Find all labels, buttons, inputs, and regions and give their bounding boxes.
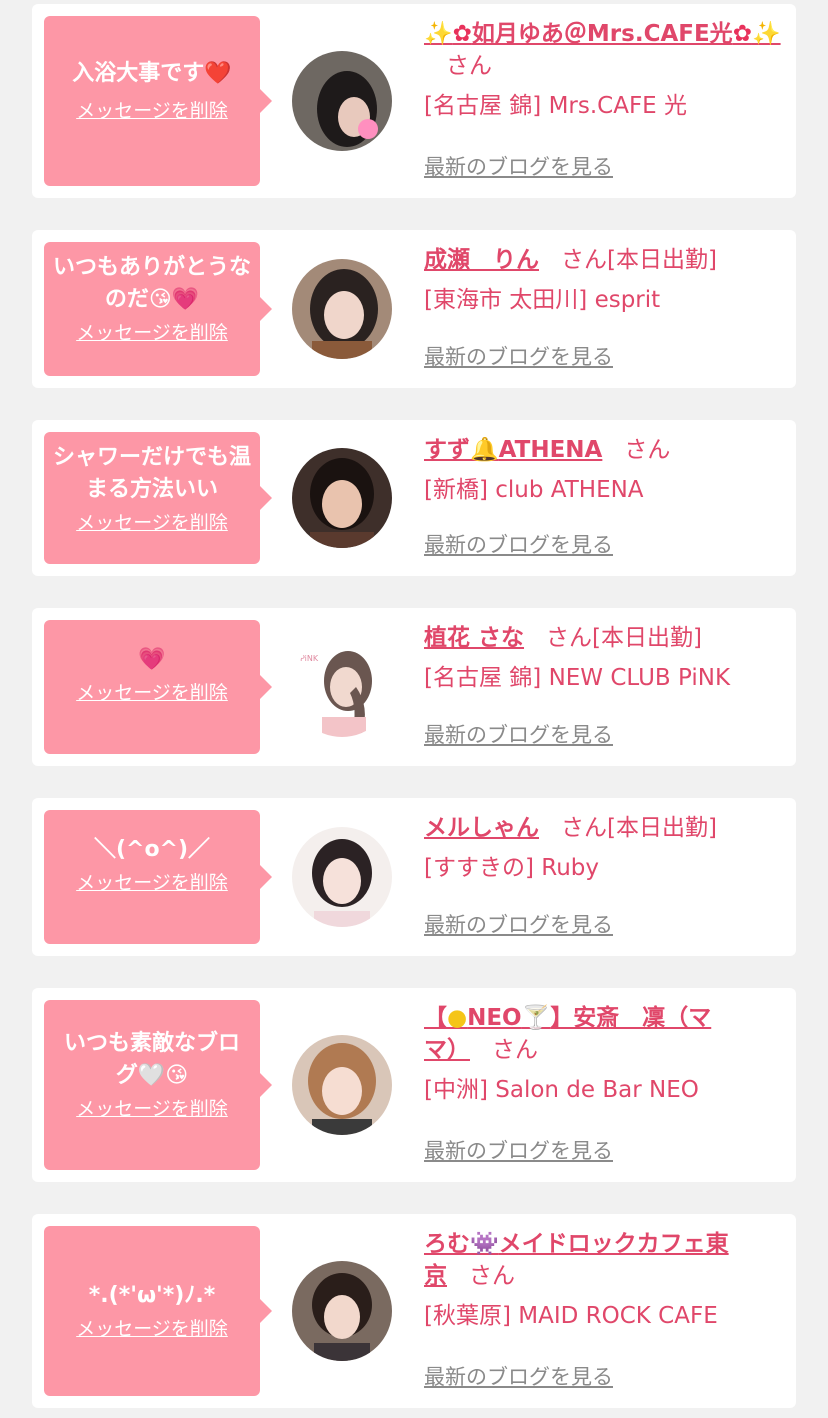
honorific: さん xyxy=(446,53,492,79)
latest-blog-link[interactable]: 最新のブログを見る xyxy=(424,910,613,940)
sparkles-icon: ✨ xyxy=(424,21,453,47)
message-bubble: いつもありがとうなのだ😘💗 メッセージを削除 xyxy=(44,242,272,376)
avatar[interactable] xyxy=(292,448,392,548)
message-card: シャワーだけでも温まる方法いい メッセージを削除 すず🔔ATHENA さん [新橋… xyxy=(32,420,796,576)
message-bubble: 入浴大事です❤️ メッセージを削除 xyxy=(44,16,272,186)
latest-blog-link[interactable]: 最新のブログを見る xyxy=(424,1362,613,1392)
avatar[interactable] xyxy=(292,259,392,359)
delete-message-link[interactable]: メッセージを削除 xyxy=(44,1314,260,1344)
honorific: さん xyxy=(469,1263,515,1289)
sparkles-icon: ✨ xyxy=(751,21,781,47)
delete-message-link[interactable]: メッセージを削除 xyxy=(44,868,260,898)
sender-info: ✨✿如月ゆあ＠Mrs.CAFE光✿✨ さん [名古屋 錦] Mrs.CAFE 光 xyxy=(424,18,784,122)
status-badge: [本日出勤] xyxy=(607,247,717,273)
avatar[interactable] xyxy=(292,1035,392,1135)
status-badge: [本日出勤] xyxy=(607,815,717,841)
shop-name: [名古屋 錦] NEW CLUB PiNK xyxy=(424,665,731,691)
message-card: いつも素敵なブロ グ🤍😘 メッセージを削除 【●NEO🍸】安斎 凜（マ マ） さん [… xyxy=(32,988,796,1182)
sender-info: メルしゃん さん[本日出勤] [すすきの] Ruby xyxy=(424,812,784,884)
message-text: いつも素敵なブロ グ🤍😘 xyxy=(63,1031,240,1088)
message-text: 💗 xyxy=(138,647,166,672)
honorific: さん xyxy=(546,625,593,651)
message-text: 入浴大事です❤️ xyxy=(72,61,232,86)
sender-name-link[interactable]: 【●NEO🍸】安斎 凜（マ マ） xyxy=(424,1005,711,1063)
space-invader-icon: 👾 xyxy=(470,1231,499,1257)
shop-name: [新橋] club ATHENA xyxy=(424,477,644,503)
hibiscus-icon: ✿ xyxy=(732,21,752,47)
message-text: *.(*'ω'*)ﾉ.* xyxy=(88,1283,216,1308)
message-text: いつもありがとうなのだ😘💗 xyxy=(52,255,251,312)
message-card: 入浴大事です❤️ メッセージを削除 ✨✿如月ゆあ＠Mrs.CAFE光✿✨ さん [… xyxy=(32,4,796,198)
delete-message-link[interactable]: メッセージを削除 xyxy=(44,318,260,348)
message-bubble: いつも素敵なブロ グ🤍😘 メッセージを削除 xyxy=(44,1000,272,1170)
sender-info: 成瀬 りん さん[本日出勤] [東海市 太田川] esprit xyxy=(424,244,784,316)
shop-name: [名古屋 錦] Mrs.CAFE 光 xyxy=(424,93,688,119)
latest-blog-link[interactable]: 最新のブログを見る xyxy=(424,1136,613,1166)
message-bubble: ＼(^o^)／ メッセージを削除 xyxy=(44,810,272,944)
shop-name: [すすきの] Ruby xyxy=(424,855,599,881)
honorific: さん xyxy=(561,815,607,841)
moon-icon: ● xyxy=(447,1005,468,1031)
cocktail-icon: 🍸 xyxy=(521,1005,551,1031)
sender-name-link[interactable]: 成瀬 りん xyxy=(424,247,539,273)
delete-message-link[interactable]: メッセージを削除 xyxy=(44,96,260,126)
message-card: ＼(^o^)／ メッセージを削除 メルしゃん さん[本日出勤] [すすきの] Ru… xyxy=(32,798,796,956)
status-badge: [本日出勤] xyxy=(592,625,702,651)
bell-icon: 🔔 xyxy=(470,437,499,463)
sender-info: ろむ👾メイドロックカフェ東京さん [秋葉原] MAID ROCK CAFE xyxy=(424,1228,784,1332)
delete-message-link[interactable]: メッセージを削除 xyxy=(44,1094,260,1124)
delete-message-link[interactable]: メッセージを削除 xyxy=(44,508,260,538)
sender-info: すず🔔ATHENA さん [新橋] club ATHENA xyxy=(424,434,784,506)
delete-message-link[interactable]: メッセージを削除 xyxy=(44,678,260,708)
sender-name-link[interactable]: 植花 さな xyxy=(424,625,524,651)
avatar[interactable] xyxy=(292,827,392,927)
message-card: *.(*'ω'*)ﾉ.* メッセージを削除 ろむ👾メイドロックカフェ東京さん [… xyxy=(32,1214,796,1408)
sender-name-link[interactable]: すず🔔ATHENA xyxy=(424,437,602,463)
avatar[interactable]: PiNK xyxy=(292,637,392,737)
sender-name-link[interactable]: ✨✿如月ゆあ＠Mrs.CAFE光✿✨ xyxy=(424,21,781,47)
shop-name: [東海市 太田川] esprit xyxy=(424,287,661,313)
svg-text:PiNK: PiNK xyxy=(300,654,319,663)
shop-name: [中洲] Salon de Bar NEO xyxy=(424,1077,699,1103)
latest-blog-link[interactable]: 最新のブログを見る xyxy=(424,530,613,560)
shop-name: [秋葉原] MAID ROCK CAFE xyxy=(424,1303,718,1329)
latest-blog-link[interactable]: 最新のブログを見る xyxy=(424,152,613,182)
message-card: 💗 メッセージを削除 PiNK 植花 さな さん[本日出勤] [名古屋 錦] NE… xyxy=(32,608,796,766)
message-bubble: シャワーだけでも温まる方法いい メッセージを削除 xyxy=(44,432,272,564)
avatar[interactable] xyxy=(292,1261,392,1361)
latest-blog-link[interactable]: 最新のブログを見る xyxy=(424,720,613,750)
honorific: さん xyxy=(492,1037,538,1063)
message-card: いつもありがとうなのだ😘💗 メッセージを削除 成瀬 りん さん[本日出勤] [東海… xyxy=(32,230,796,388)
message-bubble: *.(*'ω'*)ﾉ.* メッセージを削除 xyxy=(44,1226,272,1396)
sender-name-link[interactable]: メルしゃん xyxy=(424,815,539,841)
message-text: シャワーだけでも温まる方法いい xyxy=(52,445,251,502)
message-bubble: 💗 メッセージを削除 xyxy=(44,620,272,754)
avatar[interactable] xyxy=(292,51,392,151)
honorific: さん xyxy=(624,437,671,463)
sender-info: 【●NEO🍸】安斎 凜（マ マ） さん [中洲] Salon de Bar NEO xyxy=(424,1002,784,1106)
latest-blog-link[interactable]: 最新のブログを見る xyxy=(424,342,613,372)
sender-info: 植花 さな さん[本日出勤] [名古屋 錦] NEW CLUB PiNK xyxy=(424,622,784,694)
honorific: さん xyxy=(561,247,607,273)
hibiscus-icon: ✿ xyxy=(452,21,472,47)
message-text: ＼(^o^)／ xyxy=(93,837,211,862)
